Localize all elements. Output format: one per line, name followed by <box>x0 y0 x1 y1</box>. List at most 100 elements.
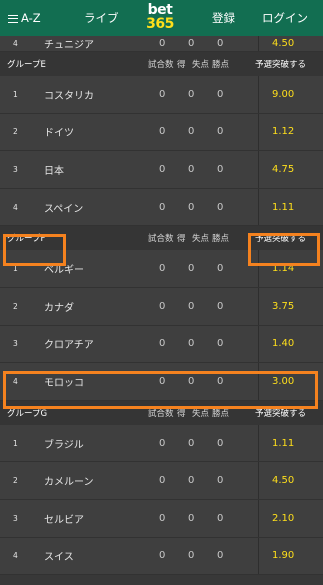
points: 0 <box>217 550 224 562</box>
column-divider <box>258 462 259 499</box>
header-played: 試合数 <box>148 234 174 245</box>
qualify-odds[interactable]: 9.00 <box>272 76 294 113</box>
column-divider <box>258 287 259 325</box>
points: 0 <box>217 512 224 524</box>
team-row[interactable]: 3 セルビア 0 0 0 2.10 <box>0 499 323 538</box>
goals-against: 0 <box>188 38 195 49</box>
header-goals-for: 得 <box>177 60 186 70</box>
login-link[interactable]: ログイン <box>262 0 308 36</box>
matches-played: 0 <box>159 163 166 175</box>
column-divider <box>258 36 259 51</box>
column-divider <box>258 325 259 363</box>
highlight-box-morocco-row <box>3 371 318 409</box>
goals-against: 0 <box>188 300 195 312</box>
register-link[interactable]: 登録 <box>212 0 235 36</box>
qualify-odds[interactable]: 2.10 <box>272 500 294 537</box>
column-divider <box>258 188 259 226</box>
matches-played: 0 <box>159 475 166 487</box>
group-name: グループE <box>7 60 46 70</box>
team-row[interactable]: 3 日本 0 0 0 4.75 <box>0 151 323 189</box>
highlight-box-qualify-header <box>248 233 320 266</box>
team-position: 4 <box>13 551 18 561</box>
team-position: 1 <box>13 89 18 99</box>
standings-list: 4 チュニジア 0 0 0 4.50 グループE 試合数 得 失点 勝点 予選突… <box>0 36 323 576</box>
points: 0 <box>217 126 224 138</box>
logo-text-top: bet <box>147 2 173 18</box>
header-goals-for: 得 <box>177 234 186 245</box>
qualify-odds[interactable]: 3.75 <box>272 288 294 325</box>
team-row[interactable]: 2 カナダ 0 0 0 3.75 <box>0 287 323 326</box>
team-position: 3 <box>13 339 18 349</box>
team-position: 2 <box>13 127 18 137</box>
points: 0 <box>217 263 224 275</box>
column-divider <box>258 424 259 462</box>
team-name: スペイン <box>44 203 84 215</box>
qualify-odds[interactable]: 1.40 <box>272 326 294 363</box>
team-name: チュニジア <box>44 40 94 51</box>
team-name: ドイツ <box>44 128 74 140</box>
matches-played: 0 <box>159 338 166 350</box>
matches-played: 0 <box>159 263 166 275</box>
points: 0 <box>217 163 224 175</box>
points: 0 <box>217 437 224 449</box>
header-goals-against: 失点 <box>192 234 210 245</box>
column-divider <box>258 499 259 537</box>
a-z-menu-button[interactable]: A-Z <box>8 0 41 36</box>
highlight-box-group-name <box>3 234 66 266</box>
goals-against: 0 <box>188 475 195 487</box>
qualify-odds[interactable]: 1.12 <box>272 114 294 151</box>
team-row[interactable]: 4 スペイン 0 0 0 1.11 <box>0 188 323 227</box>
qualify-odds[interactable]: 4.50 <box>272 462 294 499</box>
team-row[interactable]: 2 カメルーン 0 0 0 4.50 <box>0 462 323 500</box>
team-name: クロアチア <box>44 340 94 352</box>
goals-against: 0 <box>188 437 195 449</box>
team-name: コスタリカ <box>44 90 94 102</box>
column-divider <box>258 113 259 151</box>
bet365-logo[interactable]: bet 365 <box>140 3 180 33</box>
hamburger-menu-icon <box>8 15 18 23</box>
team-row[interactable]: 1 ブラジル 0 0 0 1.11 <box>0 424 323 463</box>
team-name: 日本 <box>44 165 64 177</box>
header-points: 勝点 <box>212 60 230 70</box>
team-row[interactable]: 4 スイス 0 0 0 1.90 <box>0 537 323 576</box>
qualify-odds[interactable]: 1.90 <box>272 538 294 575</box>
team-position: 4 <box>13 39 18 48</box>
team-name: カナダ <box>44 302 74 314</box>
qualify-odds[interactable]: 1.11 <box>272 425 294 462</box>
goals-against: 0 <box>188 88 195 100</box>
points: 0 <box>217 38 224 49</box>
goals-against: 0 <box>188 550 195 562</box>
team-name: カメルーン <box>44 477 94 489</box>
qualify-odds[interactable]: 4.75 <box>272 151 294 188</box>
header-points: 勝点 <box>212 234 230 245</box>
goals-against: 0 <box>188 201 195 213</box>
goals-against: 0 <box>188 512 195 524</box>
team-row[interactable]: 1 コスタリカ 0 0 0 9.00 <box>0 76 323 114</box>
header-goals-against: 失点 <box>192 60 210 70</box>
team-row[interactable]: 4 チュニジア 0 0 0 4.50 <box>0 36 323 52</box>
column-divider <box>258 151 259 188</box>
team-position: 4 <box>13 202 18 212</box>
live-nav-link[interactable]: ライブ <box>84 0 119 36</box>
qualify-odds[interactable]: 4.50 <box>272 36 294 51</box>
header-played: 試合数 <box>148 60 174 70</box>
team-row[interactable]: 3 クロアチア 0 0 0 1.40 <box>0 325 323 364</box>
goals-against: 0 <box>188 126 195 138</box>
team-name: ブラジル <box>44 439 84 451</box>
points: 0 <box>217 88 224 100</box>
qualify-odds[interactable]: 1.11 <box>272 189 294 226</box>
team-name: セルビア <box>44 514 84 526</box>
column-divider <box>258 537 259 575</box>
header-qualify: 予選突破する <box>255 60 307 70</box>
logo-text-bottom: 365 <box>146 16 174 32</box>
goals-against: 0 <box>188 263 195 275</box>
matches-played: 0 <box>159 201 166 213</box>
points: 0 <box>217 338 224 350</box>
matches-played: 0 <box>159 300 166 312</box>
matches-played: 0 <box>159 437 166 449</box>
group-header: グループE 試合数 得 失点 勝点 予選突破する <box>0 52 323 76</box>
matches-played: 0 <box>159 550 166 562</box>
team-row[interactable]: 2 ドイツ 0 0 0 1.12 <box>0 113 323 152</box>
team-position: 2 <box>13 301 18 311</box>
top-navigation-bar: A-Z ライブ bet 365 登録 ログイン <box>0 0 323 36</box>
